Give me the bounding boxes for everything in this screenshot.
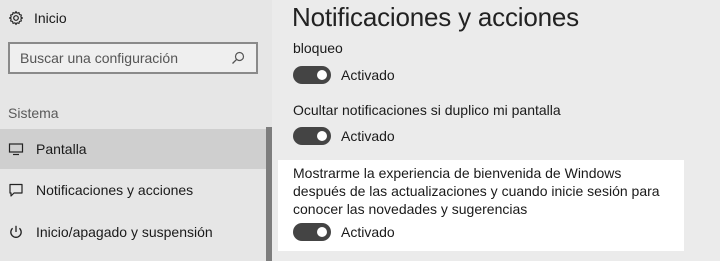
search-icon[interactable] — [230, 50, 246, 66]
toggle-switch[interactable] — [293, 127, 331, 145]
toggle-switch[interactable] — [293, 66, 331, 84]
setting-toggle-row: Activado — [293, 127, 395, 145]
message-icon — [9, 183, 23, 197]
home-link[interactable]: Inicio — [8, 6, 67, 30]
search-input[interactable]: Buscar una configuración — [8, 42, 258, 74]
main-panel: Notificaciones y acciones bloqueo Activa… — [272, 0, 720, 261]
section-label: Sistema — [8, 105, 59, 121]
search-placeholder: Buscar una configuración — [20, 50, 178, 66]
sidebar-item-pantalla[interactable]: Pantalla — [0, 129, 266, 169]
home-label: Inicio — [34, 10, 67, 26]
toggle-knob — [317, 131, 327, 141]
sidebar: Inicio Buscar una configuración Sistema … — [0, 0, 272, 261]
toggle-state: Activado — [341, 128, 395, 144]
power-icon — [10, 225, 22, 238]
sidebar-item-label: Notificaciones y acciones — [36, 182, 194, 198]
highlighted-setting: Mostrarme la experiencia de bienvenida d… — [278, 160, 684, 251]
gear-icon — [8, 10, 24, 26]
toggle-knob — [317, 227, 327, 237]
setting-label: Mostrarme la experiencia de bienvenida d… — [293, 165, 660, 217]
sidebar-item-label: Pantalla — [36, 141, 87, 157]
toggle-switch[interactable] — [293, 223, 331, 241]
toggle-knob — [317, 70, 327, 80]
setting-label: Ocultar notificaciones si duplico mi pan… — [293, 102, 561, 118]
toggle-state: Activado — [341, 224, 395, 240]
sidebar-item-inicio-apagado[interactable]: Inicio/apagado y suspensión — [0, 212, 266, 252]
sidebar-item-notificaciones[interactable]: Notificaciones y acciones — [0, 170, 266, 210]
setting-toggle-row: Activado — [293, 66, 395, 84]
sidebar-item-label: Inicio/apagado y suspensión — [36, 224, 213, 240]
setting-toggle-row: Activado — [293, 223, 395, 241]
setting-label-partial: bloqueo — [293, 40, 343, 56]
monitor-icon — [8, 143, 24, 156]
toggle-state: Activado — [341, 67, 395, 83]
page-title: Notificaciones y acciones — [292, 2, 579, 32]
